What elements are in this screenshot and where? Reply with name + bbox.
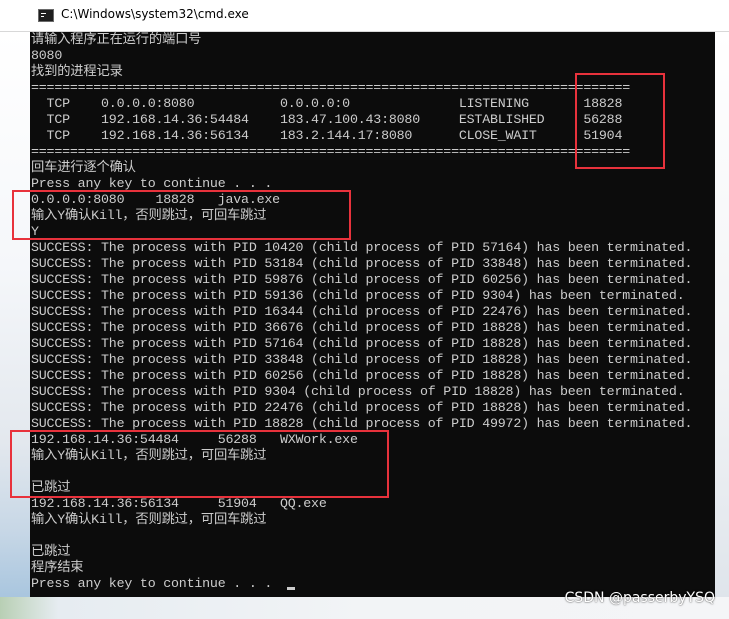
success-line: SUCCESS: The process with PID 60256 (chi… [31,368,693,383]
console-line: Press any key to continue . . . [31,176,273,191]
console-line: 8080 [31,48,63,63]
console-line: 请输入程序正在运行的端口号 [31,32,202,47]
success-line: SUCCESS: The process with PID 59876 (chi… [31,272,693,287]
console-line: 程序结束 [31,560,84,575]
success-line: SUCCESS: The process with PID 18828 (chi… [31,416,693,431]
console-prompt: 输入Y确认Kill，否则跳过，可回车跳过 [31,448,267,463]
console-line: Press any key to continue . . . [31,576,280,591]
process-entry: 192.168.14.36:54484 56288 WXWork.exe [31,432,358,447]
console-separator: ========================================… [31,80,631,95]
console-output[interactable]: 请输入程序正在运行的端口号 8080 找到的进程记录 =============… [30,32,715,597]
success-line: SUCCESS: The process with PID 9304 (chil… [31,384,685,399]
netstat-row: TCP 192.168.14.36:56134 183.2.144.17:808… [31,128,623,143]
console-line: 回车进行逐个确认 [31,160,136,175]
success-line: SUCCESS: The process with PID 57164 (chi… [31,336,693,351]
desktop-background-left [0,32,30,619]
console-prompt: 输入Y确认Kill，否则跳过，可回车跳过 [31,512,267,527]
watermark: CSDN @passerbyYSQ [564,590,715,606]
process-entry: 0.0.0.0:8080 18828 java.exe [31,192,280,207]
desktop-background-right [715,32,729,619]
console-line: 找到的进程记录 [31,64,123,79]
console-line: 已跳过 [31,544,71,559]
console-input: Y [31,224,39,239]
console-cursor [287,587,295,590]
console-prompt: 输入Y确认Kill，否则跳过，可回车跳过 [31,208,267,223]
success-line: SUCCESS: The process with PID 33848 (chi… [31,352,693,367]
netstat-row: TCP 0.0.0.0:8080 0.0.0.0:0 LISTENING 188… [31,96,623,111]
title-bar[interactable]: C:\Windows\system32\cmd.exe [0,0,729,32]
netstat-row: TCP 192.168.14.36:54484 183.47.100.43:80… [31,112,623,127]
console-separator: ========================================… [31,144,631,159]
success-line: SUCCESS: The process with PID 36676 (chi… [31,320,693,335]
success-line: SUCCESS: The process with PID 59136 (chi… [31,288,685,303]
success-line: SUCCESS: The process with PID 10420 (chi… [31,240,693,255]
console-line: 已跳过 [31,480,71,495]
success-line: SUCCESS: The process with PID 16344 (chi… [31,304,693,319]
success-line: SUCCESS: The process with PID 22476 (chi… [31,400,693,415]
process-entry: 192.168.14.36:56134 51904 QQ.exe [31,496,327,511]
success-line: SUCCESS: The process with PID 53184 (chi… [31,256,693,271]
window-title: C:\Windows\system32\cmd.exe [61,7,249,21]
cmd-window: C:\Windows\system32\cmd.exe 请输入程序正在运行的端口… [0,0,729,619]
cmd-icon [38,9,54,22]
